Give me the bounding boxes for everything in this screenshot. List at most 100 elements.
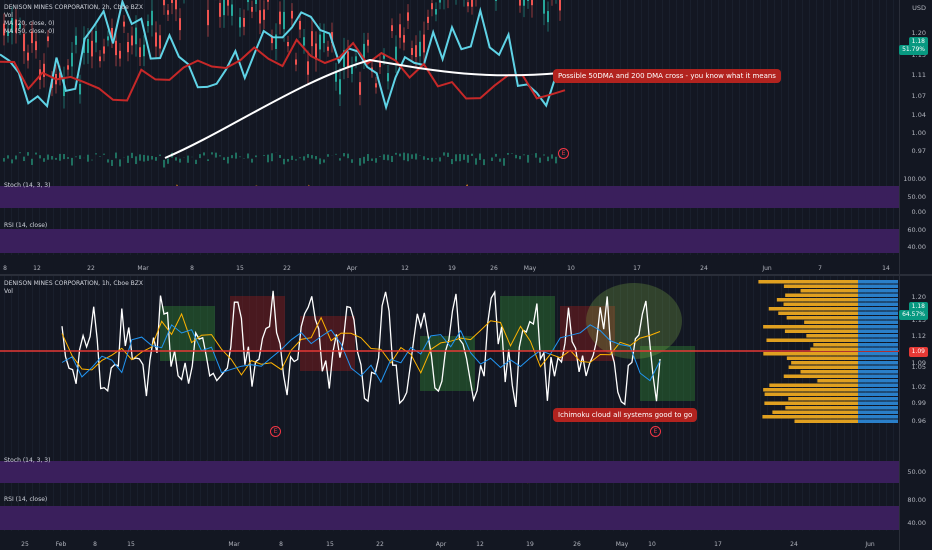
session-stripe: [438, 0, 439, 255]
volume-bar: [279, 154, 281, 158]
stoch-tick: 100.00: [903, 175, 926, 183]
volume-bar: [467, 154, 469, 163]
time-tick: 26: [573, 541, 581, 548]
volume-bar: [75, 156, 77, 158]
bottom-time-axis[interactable]: 25 Feb 8 15 Mar 8 15 22 Apr 12 19 26 May…: [0, 539, 900, 549]
session-stripe: [809, 0, 810, 255]
volume-bar: [323, 159, 325, 163]
time-tick: 17: [714, 541, 722, 548]
session-stripe: [634, 0, 635, 255]
session-stripe: [25, 276, 26, 531]
session-stripe: [774, 0, 775, 255]
volume-bar: [303, 156, 305, 161]
volume-bar: [31, 158, 33, 165]
bottom-rsi-label: RSI (14, close): [4, 496, 48, 503]
earnings-marker-icon[interactable]: E: [558, 148, 569, 159]
candle-body: [87, 39, 89, 53]
session-stripe: [242, 0, 243, 255]
candle-body: [427, 16, 429, 23]
candle-body: [239, 17, 241, 28]
session-stripe: [151, 0, 152, 255]
ichimoku-cloud: [500, 296, 555, 351]
candle-body: [319, 34, 321, 50]
bottom-vol-label: Vol: [4, 288, 13, 295]
session-stripe: [137, 0, 138, 255]
volume-bar: [67, 157, 69, 159]
candle-body: [519, 0, 521, 6]
time-tick: 19: [448, 265, 456, 272]
session-stripe: [788, 0, 789, 255]
session-stripe: [186, 0, 187, 255]
session-stripe: [11, 276, 12, 531]
session-stripe: [564, 0, 565, 255]
session-stripe: [627, 0, 628, 255]
volume-profile-bar: [791, 361, 858, 365]
volume-bar: [551, 154, 553, 159]
volume-bar: [307, 154, 309, 158]
session-stripe: [893, 0, 894, 255]
candle-body: [143, 44, 145, 57]
volume-bar: [391, 155, 393, 163]
volume-profile-bar: [858, 293, 898, 297]
top-time-axis[interactable]: 8 12 22 Mar 8 15 22 Apr 12 19 26 May 10 …: [0, 263, 900, 273]
session-stripe: [123, 276, 124, 531]
session-stripe: [4, 276, 5, 531]
volume-profile-bar: [763, 325, 858, 329]
volume-profile-bar: [858, 316, 898, 320]
candle-body: [231, 4, 233, 16]
session-stripe: [585, 0, 586, 255]
time-tick: Apr: [435, 541, 447, 548]
session-stripe: [480, 276, 481, 531]
session-stripe: [326, 0, 327, 255]
volume-profile-bar: [858, 307, 898, 311]
candle-body: [559, 0, 561, 11]
candle-body: [67, 65, 69, 70]
volume-profile-bar: [783, 302, 858, 306]
stoch-tick: 50.00: [907, 193, 926, 201]
session-stripe: [830, 0, 831, 255]
volume-profile-bar: [858, 320, 898, 324]
candle-body: [419, 41, 421, 57]
time-tick: 8: [279, 541, 283, 548]
volume-profile-bar: [788, 397, 858, 401]
time-tick: Feb: [55, 541, 67, 548]
volume-bar: [351, 159, 353, 163]
session-stripe: [263, 0, 264, 255]
session-stripe: [291, 0, 292, 255]
candle-body: [531, 0, 533, 6]
session-stripe: [501, 0, 502, 255]
session-stripe: [445, 0, 446, 255]
volume-profile-bar: [858, 410, 898, 414]
session-stripe: [39, 0, 40, 255]
price-tick: 1.20: [911, 29, 926, 37]
session-stripe: [102, 276, 103, 531]
volume-bar: [215, 152, 217, 158]
time-tick: Jun: [865, 541, 875, 548]
candle-body: [47, 36, 49, 42]
volume-bar: [335, 153, 337, 155]
volume-bar: [219, 155, 221, 157]
volume-bar: [343, 153, 345, 157]
candle-body: [75, 35, 77, 45]
session-stripe: [32, 276, 33, 531]
earnings-marker-icon[interactable]: E: [650, 426, 661, 437]
candle-body: [327, 46, 329, 51]
top-chart-pane[interactable]: DENISON MINES CORPORATION, 2h, Cboe BZX …: [0, 0, 932, 274]
earnings-marker-icon[interactable]: E: [270, 426, 281, 437]
volume-profile-bar: [858, 379, 898, 383]
bottom-chart-pane[interactable]: DENISON MINES CORPORATION, 1h, Cboe BZX …: [0, 276, 932, 550]
price-tick: 1.04: [911, 111, 926, 119]
time-tick: Mar: [137, 265, 149, 272]
volume-profile-bar: [858, 383, 898, 387]
candle-body: [527, 0, 529, 1]
volume-bar: [535, 153, 537, 158]
volume-bar: [491, 157, 493, 161]
session-stripe: [872, 0, 873, 255]
volume-profile-bar: [800, 370, 858, 374]
volume-profile-bar: [858, 392, 898, 396]
session-stripe: [375, 276, 376, 531]
candle-body: [71, 52, 73, 67]
volume-bar: [247, 153, 249, 159]
session-stripe: [235, 0, 236, 255]
volume-profile-bar: [800, 289, 858, 293]
